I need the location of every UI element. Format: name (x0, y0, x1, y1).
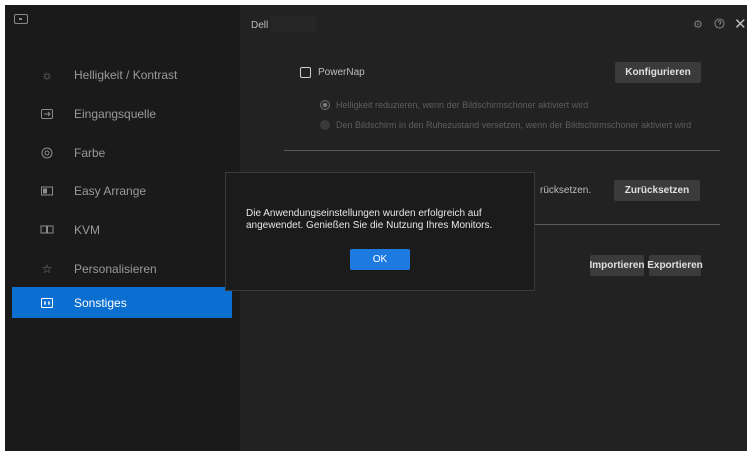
powernap-label: PowerNap (318, 67, 365, 78)
app-monitor-icon (14, 14, 28, 24)
radio-reduce-brightness-label: Helligkeit reduzieren, wenn der Bildschi… (336, 100, 589, 110)
sidebar: ☼ Helligkeit / Kontrast Eingangsquelle F… (5, 5, 240, 451)
gear-icon[interactable]: ⚙ (693, 18, 703, 31)
success-dialog: Die Anwendungseinstellungen wurden erfol… (225, 172, 535, 291)
sidebar-item-label: Farbe (74, 145, 106, 160)
radio-sleep-mode-label: Den Bildschirm in den Ruhezustand verset… (336, 120, 692, 130)
configure-button[interactable]: Konfigurieren (615, 62, 701, 83)
easy-arrange-icon (40, 184, 54, 198)
sidebar-item-brightness-contrast[interactable]: ☼ Helligkeit / Kontrast (12, 59, 232, 90)
sidebar-item-label: Eingangsquelle (74, 106, 157, 121)
help-icon[interactable] (714, 18, 725, 32)
export-button[interactable]: Exportieren (647, 255, 703, 276)
input-source-icon (40, 107, 54, 121)
reset-button[interactable]: Zurücksetzen (614, 180, 700, 201)
title-placeholder-field (271, 16, 316, 32)
kvm-icon (40, 223, 54, 237)
monitor-title: Dell (251, 20, 269, 31)
radio-sleep-mode[interactable] (320, 120, 330, 130)
import-button[interactable]: Importieren (590, 255, 645, 276)
sidebar-item-input-source[interactable]: Eingangsquelle (12, 98, 232, 129)
sidebar-item-label: Personalisieren (74, 261, 157, 276)
sidebar-item-color[interactable]: Farbe (12, 137, 232, 168)
ok-button[interactable]: OK (350, 249, 410, 270)
divider (284, 150, 720, 151)
dialog-message: Die Anwendungseinstellungen wurden erfol… (246, 208, 493, 231)
powernap-checkbox[interactable] (300, 67, 311, 78)
radio-reduce-brightness[interactable] (320, 100, 330, 110)
brightness-icon: ☼ (41, 67, 53, 82)
close-icon[interactable]: ✕ (734, 15, 747, 33)
sidebar-item-others[interactable]: Sonstiges (12, 287, 232, 318)
sidebar-item-label: Sonstiges (74, 295, 127, 310)
others-icon (40, 296, 54, 310)
sidebar-item-personalize[interactable]: ☆ Personalisieren (12, 253, 232, 284)
color-icon (40, 146, 54, 160)
star-icon: ☆ (41, 261, 53, 276)
reset-label: rücksetzen. (540, 185, 592, 196)
sidebar-item-easy-arrange[interactable]: Easy Arrange (12, 175, 232, 206)
sidebar-item-label: Easy Arrange (74, 183, 147, 198)
sidebar-item-label: Helligkeit / Kontrast (74, 67, 178, 82)
sidebar-item-kvm[interactable]: KVM (12, 214, 232, 245)
sidebar-item-label: KVM (74, 222, 101, 237)
